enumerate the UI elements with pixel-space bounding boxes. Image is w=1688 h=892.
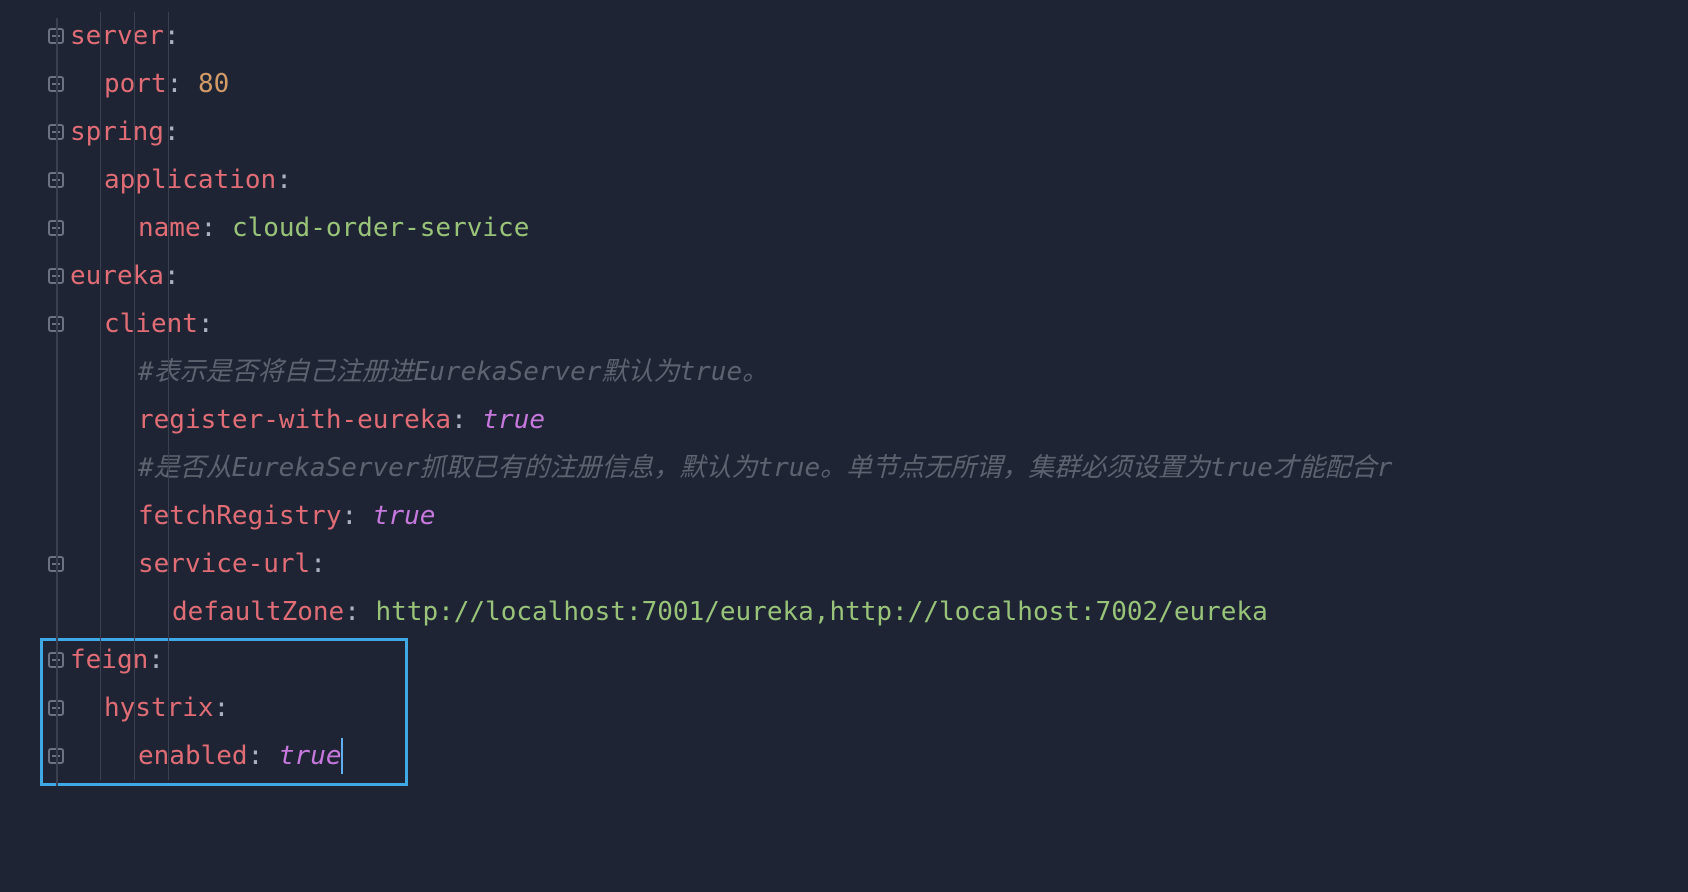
- code-line[interactable]: spring:: [70, 108, 1688, 156]
- code-line[interactable]: register-with-eureka: true: [70, 396, 1688, 444]
- token-colon: :: [214, 684, 230, 732]
- token-key: name: [138, 204, 201, 252]
- token-bool-italic: true: [482, 396, 545, 444]
- token-num: 80: [198, 60, 229, 108]
- code-line[interactable]: enabled: true: [70, 732, 1688, 780]
- token-comment: #表示是否将自己注册进EurekaServer默认为true。: [138, 348, 768, 396]
- token-key: service-url: [138, 540, 310, 588]
- token-bool-italic: true: [373, 492, 436, 540]
- token-colon: :: [276, 156, 292, 204]
- code-line[interactable]: name: cloud-order-service: [70, 204, 1688, 252]
- token-key: feign: [70, 636, 148, 684]
- code-line[interactable]: feign:: [70, 636, 1688, 684]
- text-cursor: [341, 738, 343, 774]
- token-key: eureka: [70, 252, 164, 300]
- token-str: cloud-order-service: [232, 204, 529, 252]
- token-key: spring: [70, 108, 164, 156]
- token-colon: :: [201, 204, 232, 252]
- token-colon: :: [344, 588, 375, 636]
- token-colon: :: [164, 108, 180, 156]
- code-line[interactable]: defaultZone: http://localhost:7001/eurek…: [70, 588, 1688, 636]
- code-line[interactable]: fetchRegistry: true: [70, 492, 1688, 540]
- token-colon: :: [148, 636, 164, 684]
- token-key: enabled: [138, 732, 248, 780]
- token-bool-italic: true: [279, 732, 342, 780]
- token-colon: :: [451, 396, 482, 444]
- token-colon: :: [248, 732, 279, 780]
- token-key: defaultZone: [172, 588, 344, 636]
- code-line[interactable]: client:: [70, 300, 1688, 348]
- code-line[interactable]: application:: [70, 156, 1688, 204]
- token-str: http://localhost:7001/eureka,http://loca…: [376, 588, 1268, 636]
- token-key: server: [70, 12, 164, 60]
- code-content[interactable]: server:port: 80spring:application:name: …: [0, 12, 1688, 780]
- token-key: hystrix: [104, 684, 214, 732]
- token-key: client: [104, 300, 198, 348]
- token-colon: :: [164, 12, 180, 60]
- code-line[interactable]: service-url:: [70, 540, 1688, 588]
- code-line[interactable]: #是否从EurekaServer抓取已有的注册信息，默认为true。单节点无所谓…: [70, 444, 1688, 492]
- token-colon: :: [164, 252, 180, 300]
- token-colon: :: [167, 60, 198, 108]
- token-comment: #是否从EurekaServer抓取已有的注册信息，默认为true。单节点无所谓…: [138, 444, 1392, 492]
- token-key: application: [104, 156, 276, 204]
- token-key: port: [104, 60, 167, 108]
- code-line[interactable]: hystrix:: [70, 684, 1688, 732]
- token-colon: :: [342, 492, 373, 540]
- code-line[interactable]: #表示是否将自己注册进EurekaServer默认为true。: [70, 348, 1688, 396]
- code-line[interactable]: server:: [70, 12, 1688, 60]
- code-editor[interactable]: server:port: 80spring:application:name: …: [0, 0, 1688, 780]
- code-line[interactable]: port: 80: [70, 60, 1688, 108]
- code-line[interactable]: eureka:: [70, 252, 1688, 300]
- token-key: register-with-eureka: [138, 396, 451, 444]
- token-colon: :: [198, 300, 214, 348]
- token-colon: :: [310, 540, 326, 588]
